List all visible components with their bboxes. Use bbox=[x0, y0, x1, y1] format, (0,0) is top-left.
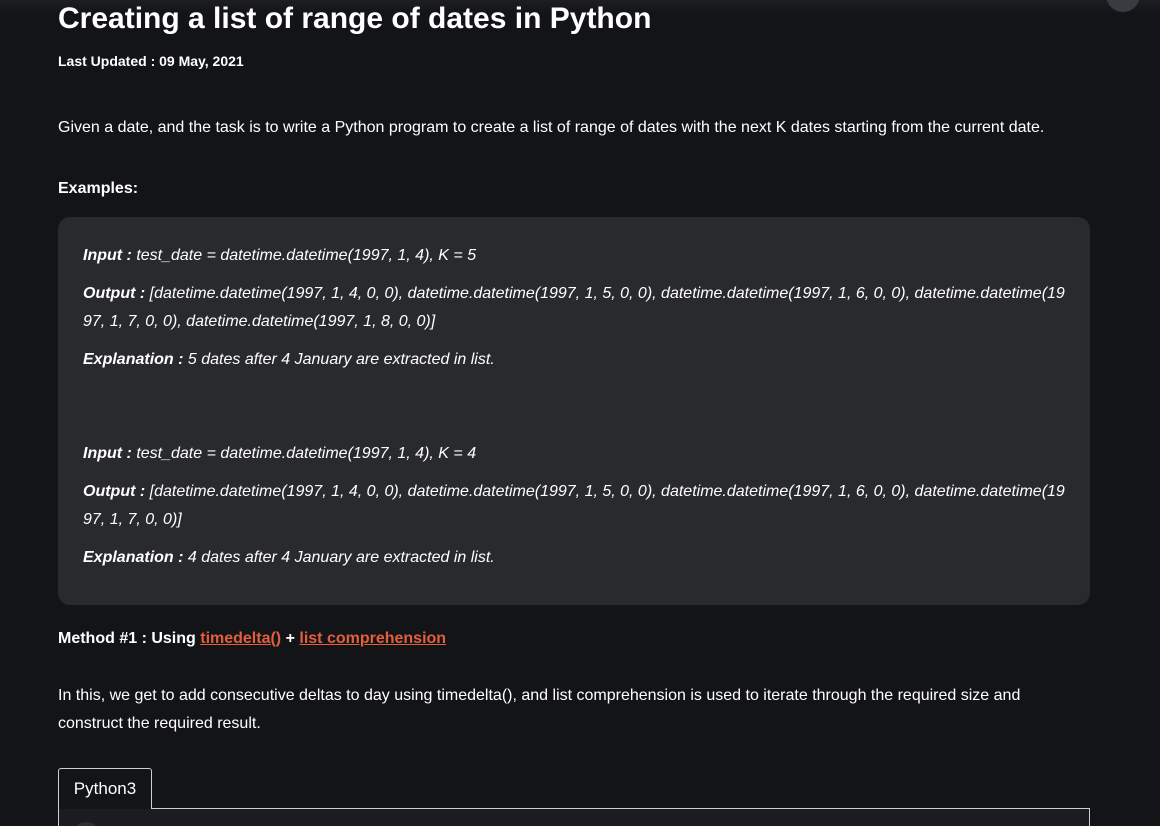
method-heading: Method #1 : Using timedelta() + list com… bbox=[58, 630, 446, 648]
input-label: Input : bbox=[83, 247, 132, 264]
input-value: test_date = datetime.datetime(1997, 1, 4… bbox=[131, 445, 477, 462]
examples-heading: Examples: bbox=[58, 180, 139, 197]
code-panel bbox=[58, 808, 1090, 826]
method-joiner: + bbox=[281, 630, 300, 647]
output-label: Output : bbox=[83, 285, 146, 302]
example-1-output: Output : [datetime.datetime(1997, 1, 4, … bbox=[83, 280, 1073, 336]
method-description: In this, we get to add consecutive delta… bbox=[58, 687, 1021, 732]
page-title: Creating a list of range of dates in Pyt… bbox=[58, 2, 652, 35]
timedelta-link[interactable]: timedelta() bbox=[200, 630, 281, 647]
example-1-explanation: Explanation : 5 dates after 4 January ar… bbox=[83, 346, 1073, 374]
output-label: Output : bbox=[83, 483, 146, 500]
examples-box: Input : test_date = datetime.datetime(19… bbox=[58, 217, 1090, 605]
input-label: Input : bbox=[83, 445, 132, 462]
list-comprehension-link[interactable]: list comprehension bbox=[299, 630, 446, 647]
explanation-label: Explanation : bbox=[83, 549, 184, 566]
tab-python3[interactable]: Python3 bbox=[58, 768, 152, 809]
explanation-value: 4 dates after 4 January are extracted in… bbox=[183, 549, 495, 566]
article-page: Creating a list of range of dates in Pyt… bbox=[0, 0, 1160, 826]
explanation-label: Explanation : bbox=[83, 351, 184, 368]
last-updated-date: Last Updated : 09 May, 2021 bbox=[58, 53, 244, 69]
code-run-icon[interactable] bbox=[71, 822, 101, 826]
intro-paragraph: Given a date, and the task is to write a… bbox=[58, 119, 1045, 136]
example-2-explanation: Explanation : 4 dates after 4 January ar… bbox=[83, 544, 1073, 572]
input-value: test_date = datetime.datetime(1997, 1, 4… bbox=[131, 247, 477, 264]
example-1-input: Input : test_date = datetime.datetime(19… bbox=[83, 242, 1073, 270]
example-2-output: Output : [datetime.datetime(1997, 1, 4, … bbox=[83, 478, 1073, 534]
example-2-input: Input : test_date = datetime.datetime(19… bbox=[83, 440, 1073, 468]
method-prefix: Method #1 : Using bbox=[58, 630, 201, 647]
output-value: [datetime.datetime(1997, 1, 4, 0, 0), da… bbox=[83, 285, 1065, 330]
output-value: [datetime.datetime(1997, 1, 4, 0, 0), da… bbox=[83, 483, 1065, 528]
explanation-value: 5 dates after 4 January are extracted in… bbox=[183, 351, 495, 368]
